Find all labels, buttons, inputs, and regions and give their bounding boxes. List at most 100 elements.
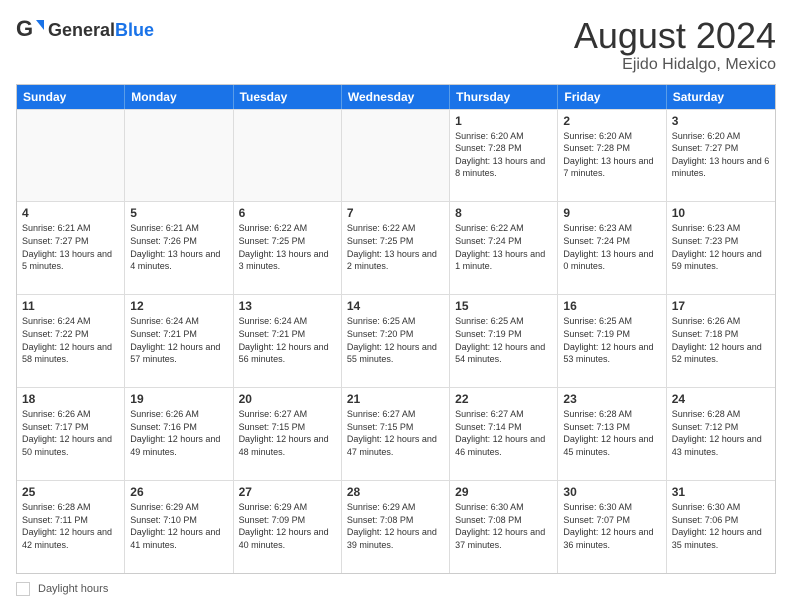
cell-info: Sunrise: 6:22 AM Sunset: 7:25 PM Dayligh… — [239, 222, 336, 272]
cell-info: Sunrise: 6:24 AM Sunset: 7:21 PM Dayligh… — [130, 315, 227, 365]
cell-info: Sunrise: 6:26 AM Sunset: 7:17 PM Dayligh… — [22, 408, 119, 458]
day-number: 20 — [239, 392, 336, 406]
day-number: 16 — [563, 299, 660, 313]
cal-cell — [125, 110, 233, 202]
cell-info: Sunrise: 6:26 AM Sunset: 7:16 PM Dayligh… — [130, 408, 227, 458]
cal-cell: 8 Sunrise: 6:22 AM Sunset: 7:24 PM Daylig… — [450, 202, 558, 294]
cal-row-1: 4 Sunrise: 6:21 AM Sunset: 7:27 PM Daylig… — [17, 201, 775, 294]
cal-cell: 26 Sunrise: 6:29 AM Sunset: 7:10 PM Dayli… — [125, 481, 233, 573]
cal-row-2: 11Sunrise: 6:24 AM Sunset: 7:22 PM Dayli… — [17, 294, 775, 387]
cal-cell — [234, 110, 342, 202]
cal-header-friday: Friday — [558, 85, 666, 109]
cal-cell: 12 Sunrise: 6:24 AM Sunset: 7:21 PM Dayli… — [125, 295, 233, 387]
calendar: SundayMondayTuesdayWednesdayThursdayFrid… — [16, 84, 776, 574]
cal-cell — [342, 110, 450, 202]
cal-cell — [17, 110, 125, 202]
day-number: 6 — [239, 206, 336, 220]
day-number: 1 — [455, 114, 552, 128]
calendar-header: SundayMondayTuesdayWednesdayThursdayFrid… — [17, 85, 775, 109]
daylight-legend-box — [16, 582, 30, 596]
logo: G GeneralBlue — [16, 16, 154, 44]
day-number: 4 — [22, 206, 119, 220]
cal-cell: 30 Sunrise: 6:30 AM Sunset: 7:07 PM Dayli… — [558, 481, 666, 573]
cell-info: Sunrise: 6:30 AM Sunset: 7:06 PM Dayligh… — [672, 501, 770, 551]
cal-cell: 11Sunrise: 6:24 AM Sunset: 7:22 PM Dayli… — [17, 295, 125, 387]
cal-header-thursday: Thursday — [450, 85, 558, 109]
day-number: 8 — [455, 206, 552, 220]
day-number: 23 — [563, 392, 660, 406]
cal-cell: 2 Sunrise: 6:20 AM Sunset: 7:28 PM Daylig… — [558, 110, 666, 202]
logo-text: GeneralBlue — [48, 20, 154, 41]
cal-header-monday: Monday — [125, 85, 233, 109]
day-number: 2 — [563, 114, 660, 128]
cell-info: Sunrise: 6:25 AM Sunset: 7:19 PM Dayligh… — [455, 315, 552, 365]
calendar-body: 1 Sunrise: 6:20 AM Sunset: 7:28 PM Daylig… — [17, 109, 775, 573]
cell-info: Sunrise: 6:30 AM Sunset: 7:08 PM Dayligh… — [455, 501, 552, 551]
day-number: 24 — [672, 392, 770, 406]
day-number: 12 — [130, 299, 227, 313]
day-number: 10 — [672, 206, 770, 220]
cal-cell: 23 Sunrise: 6:28 AM Sunset: 7:13 PM Dayli… — [558, 388, 666, 480]
cal-cell: 18 Sunrise: 6:26 AM Sunset: 7:17 PM Dayli… — [17, 388, 125, 480]
cal-cell: 7Sunrise: 6:22 AM Sunset: 7:25 PM Daylig… — [342, 202, 450, 294]
cell-info: Sunrise: 6:30 AM Sunset: 7:07 PM Dayligh… — [563, 501, 660, 551]
header: G GeneralBlue August 2024 Ejido Hidalgo,… — [16, 16, 776, 74]
day-number: 25 — [22, 485, 119, 499]
cell-info: Sunrise: 6:27 AM Sunset: 7:15 PM Dayligh… — [239, 408, 336, 458]
cell-info: Sunrise: 6:23 AM Sunset: 7:24 PM Dayligh… — [563, 222, 660, 272]
day-number: 30 — [563, 485, 660, 499]
cal-cell: 5Sunrise: 6:21 AM Sunset: 7:26 PM Daylig… — [125, 202, 233, 294]
svg-text:G: G — [16, 16, 33, 41]
cell-info: Sunrise: 6:27 AM Sunset: 7:15 PM Dayligh… — [347, 408, 444, 458]
cal-cell: 9Sunrise: 6:23 AM Sunset: 7:24 PM Daylig… — [558, 202, 666, 294]
cal-header-saturday: Saturday — [667, 85, 775, 109]
day-number: 21 — [347, 392, 444, 406]
day-number: 29 — [455, 485, 552, 499]
cal-cell: 3Sunrise: 6:20 AM Sunset: 7:27 PM Daylig… — [667, 110, 775, 202]
cell-info: Sunrise: 6:22 AM Sunset: 7:24 PM Dayligh… — [455, 222, 552, 272]
daylight-label: Daylight hours — [38, 583, 108, 595]
day-number: 22 — [455, 392, 552, 406]
day-number: 26 — [130, 485, 227, 499]
cell-info: Sunrise: 6:27 AM Sunset: 7:14 PM Dayligh… — [455, 408, 552, 458]
cell-info: Sunrise: 6:23 AM Sunset: 7:23 PM Dayligh… — [672, 222, 770, 272]
day-number: 15 — [455, 299, 552, 313]
day-number: 13 — [239, 299, 336, 313]
cell-info: Sunrise: 6:20 AM Sunset: 7:28 PM Dayligh… — [563, 130, 660, 180]
day-number: 18 — [22, 392, 119, 406]
day-number: 17 — [672, 299, 770, 313]
cal-cell: 16 Sunrise: 6:25 AM Sunset: 7:19 PM Dayli… — [558, 295, 666, 387]
page: G GeneralBlue August 2024 Ejido Hidalgo,… — [0, 0, 792, 612]
cal-cell: 15 Sunrise: 6:25 AM Sunset: 7:19 PM Dayli… — [450, 295, 558, 387]
cal-cell: 31Sunrise: 6:30 AM Sunset: 7:06 PM Dayli… — [667, 481, 775, 573]
logo-icon: G — [16, 16, 44, 44]
cal-cell: 21 Sunrise: 6:27 AM Sunset: 7:15 PM Dayli… — [342, 388, 450, 480]
cell-info: Sunrise: 6:29 AM Sunset: 7:09 PM Dayligh… — [239, 501, 336, 551]
day-number: 3 — [672, 114, 770, 128]
title-block: August 2024 Ejido Hidalgo, Mexico — [574, 16, 776, 74]
cell-info: Sunrise: 6:29 AM Sunset: 7:10 PM Dayligh… — [130, 501, 227, 551]
cal-cell: 27 Sunrise: 6:29 AM Sunset: 7:09 PM Dayli… — [234, 481, 342, 573]
cal-cell: 19Sunrise: 6:26 AM Sunset: 7:16 PM Dayli… — [125, 388, 233, 480]
cal-cell: 4 Sunrise: 6:21 AM Sunset: 7:27 PM Daylig… — [17, 202, 125, 294]
cell-info: Sunrise: 6:28 AM Sunset: 7:11 PM Dayligh… — [22, 501, 119, 551]
sub-title: Ejido Hidalgo, Mexico — [574, 56, 776, 74]
cal-cell: 13Sunrise: 6:24 AM Sunset: 7:21 PM Dayli… — [234, 295, 342, 387]
cal-cell: 25 Sunrise: 6:28 AM Sunset: 7:11 PM Dayli… — [17, 481, 125, 573]
cal-header-sunday: Sunday — [17, 85, 125, 109]
cell-info: Sunrise: 6:29 AM Sunset: 7:08 PM Dayligh… — [347, 501, 444, 551]
day-number: 27 — [239, 485, 336, 499]
cal-cell: 14Sunrise: 6:25 AM Sunset: 7:20 PM Dayli… — [342, 295, 450, 387]
cell-info: Sunrise: 6:22 AM Sunset: 7:25 PM Dayligh… — [347, 222, 444, 272]
cell-info: Sunrise: 6:21 AM Sunset: 7:27 PM Dayligh… — [22, 222, 119, 272]
cal-header-wednesday: Wednesday — [342, 85, 450, 109]
cal-cell: 1Sunrise: 6:20 AM Sunset: 7:28 PM Daylig… — [450, 110, 558, 202]
cell-info: Sunrise: 6:25 AM Sunset: 7:20 PM Dayligh… — [347, 315, 444, 365]
logo-blue: Blue — [115, 20, 154, 40]
main-title: August 2024 — [574, 16, 776, 56]
cell-info: Sunrise: 6:28 AM Sunset: 7:13 PM Dayligh… — [563, 408, 660, 458]
footer: Daylight hours — [16, 582, 776, 596]
cal-cell: 29 Sunrise: 6:30 AM Sunset: 7:08 PM Dayli… — [450, 481, 558, 573]
cal-cell: 17Sunrise: 6:26 AM Sunset: 7:18 PM Dayli… — [667, 295, 775, 387]
cell-info: Sunrise: 6:25 AM Sunset: 7:19 PM Dayligh… — [563, 315, 660, 365]
